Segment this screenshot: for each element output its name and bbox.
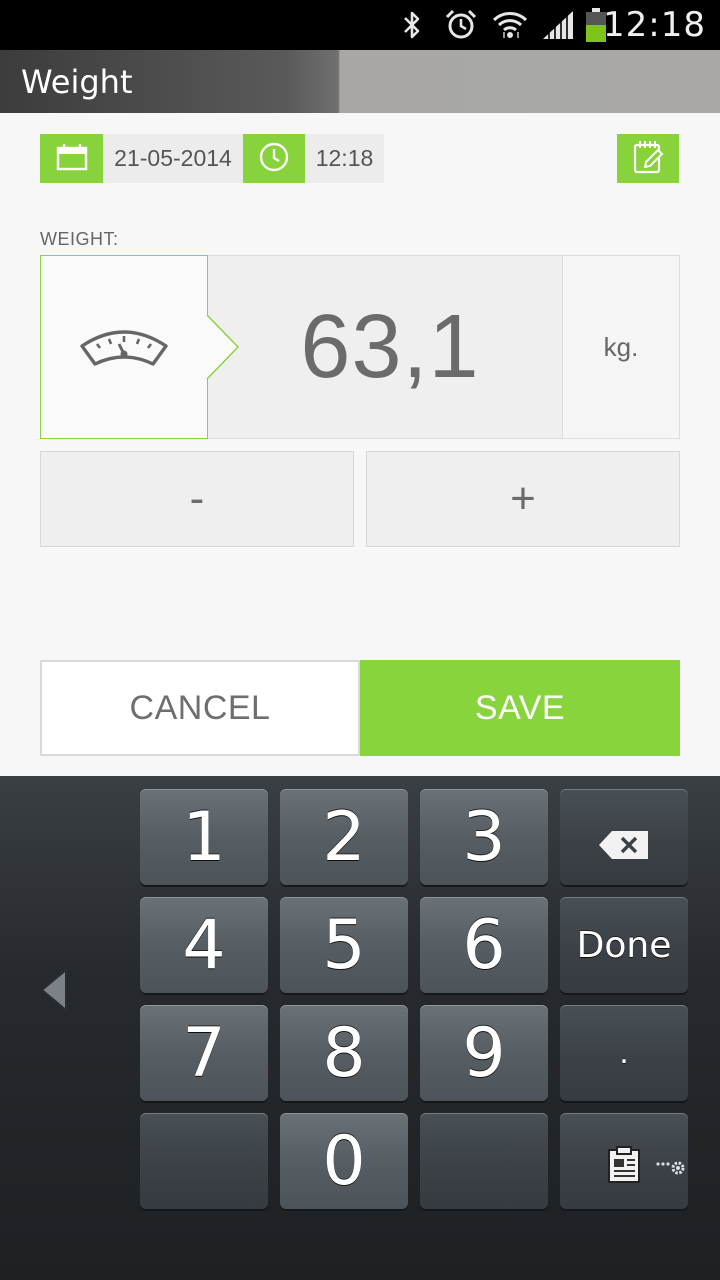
page-title: Weight: [21, 63, 133, 101]
cancel-button[interactable]: CANCEL: [40, 660, 360, 756]
notepad-edit-icon: [632, 139, 664, 179]
key-6[interactable]: 6: [420, 897, 548, 993]
signal-icon: [540, 8, 576, 42]
clipboard-icon: [607, 1122, 641, 1201]
decrement-button[interactable]: -: [40, 451, 354, 547]
decimal-label: .: [619, 1035, 629, 1071]
scale-icon: [79, 328, 169, 372]
weight-form: 21-05-2014 12:18 WEIGHT: 63,1 kg. - + CA…: [0, 113, 720, 776]
time-field[interactable]: 12:18: [305, 134, 384, 183]
weight-input-row: 63,1 kg.: [40, 255, 680, 439]
date-field[interactable]: 21-05-2014: [103, 134, 243, 183]
scale-icon-box: [40, 255, 208, 439]
settings-icon: [656, 1115, 686, 1194]
notes-button[interactable]: [617, 134, 679, 183]
done-label: Done: [576, 924, 672, 966]
bluetooth-icon: [398, 8, 426, 42]
key-3[interactable]: 3: [420, 789, 548, 885]
key-8[interactable]: 8: [280, 1005, 408, 1101]
status-clock: 12:18: [603, 5, 706, 45]
key-7[interactable]: 7: [140, 1005, 268, 1101]
key-4[interactable]: 4: [140, 897, 268, 993]
status-bar: 12:18: [0, 0, 720, 50]
increment-button[interactable]: +: [366, 451, 680, 547]
weight-unit: kg.: [562, 255, 680, 439]
date-picker-icon-button[interactable]: [40, 134, 103, 183]
key-9[interactable]: 9: [420, 1005, 548, 1101]
time-picker-icon-button[interactable]: [243, 134, 305, 183]
save-button[interactable]: SAVE: [360, 660, 680, 756]
weight-value: 63,1: [300, 296, 480, 397]
left-arrow-icon[interactable]: [38, 967, 70, 1013]
clock-icon: [258, 141, 290, 177]
numeric-keyboard: 1 2 3 4 5 6 Done 7 8 9 . 0: [0, 776, 720, 1280]
pointer-arrow: [206, 315, 239, 379]
backspace-icon: [598, 798, 650, 877]
backspace-key[interactable]: [560, 789, 688, 885]
key-0[interactable]: 0: [280, 1113, 408, 1209]
key-1[interactable]: 1: [140, 789, 268, 885]
key-5[interactable]: 5: [280, 897, 408, 993]
done-key[interactable]: Done: [560, 897, 688, 993]
blank-key-right: [420, 1113, 548, 1209]
decimal-key[interactable]: .: [560, 1005, 688, 1101]
alarm-icon: [443, 8, 479, 42]
weight-label: WEIGHT:: [40, 229, 119, 249]
calendar-icon: [56, 143, 88, 175]
clipboard-key[interactable]: [560, 1113, 688, 1209]
title-bar: Weight: [0, 50, 720, 113]
weight-value-field[interactable]: 63,1: [208, 255, 562, 439]
wifi-icon: [490, 8, 530, 42]
blank-key-left: [140, 1113, 268, 1209]
key-2[interactable]: 2: [280, 789, 408, 885]
